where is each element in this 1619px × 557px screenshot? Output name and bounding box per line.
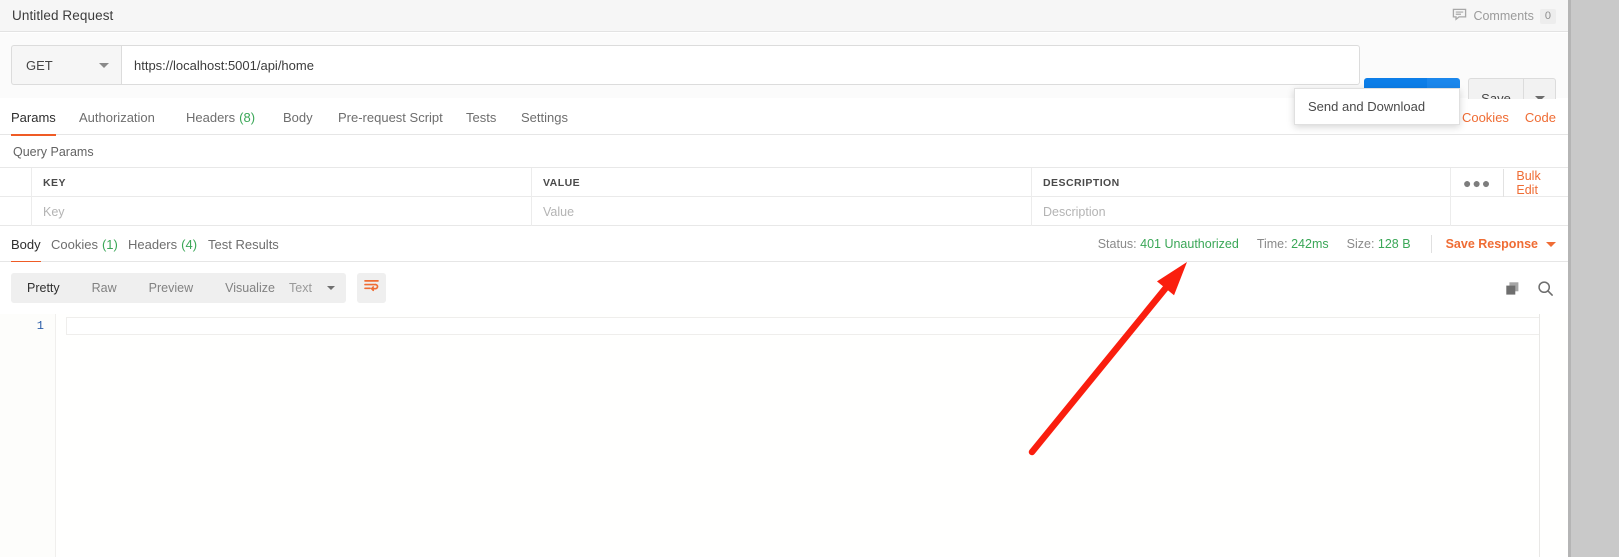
tab-body[interactable]: Body: [283, 99, 313, 135]
table-header-row: KEY VALUE DESCRIPTION ●●● Bulk Edit: [0, 168, 1568, 197]
time-value: 242ms: [1291, 237, 1329, 251]
format-select[interactable]: Text: [278, 273, 346, 303]
bulk-edit-button[interactable]: Bulk Edit: [1503, 168, 1558, 197]
header-cell-key: KEY: [32, 168, 532, 197]
tab-label: Params: [11, 109, 56, 125]
send-dropdown-menu[interactable]: Send and Download: [1294, 88, 1460, 125]
tab-label: Body: [283, 109, 313, 125]
view-mode-raw[interactable]: Raw: [76, 273, 133, 303]
menu-item-send-and-download[interactable]: Send and Download: [1308, 99, 1425, 114]
value-input[interactable]: Value: [532, 197, 1032, 226]
tab-label: Headers: [128, 236, 178, 252]
header-cell-description: DESCRIPTION: [1032, 168, 1451, 197]
view-mode-preview[interactable]: Preview: [133, 273, 209, 303]
time-label: Time:: [1256, 237, 1288, 251]
ellipsis-icon[interactable]: ●●●: [1451, 176, 1503, 190]
value-placeholder: Value: [543, 204, 575, 219]
desktop-background: [1568, 0, 1619, 557]
cookies-link[interactable]: Cookies: [1462, 110, 1509, 125]
response-tab-body[interactable]: Body: [11, 226, 41, 263]
view-mode-pretty[interactable]: Pretty: [11, 273, 76, 303]
request-header-links: Cookies Code: [1462, 99, 1556, 135]
status-label: Status:: [1097, 237, 1137, 251]
tab-authorization[interactable]: Authorization: [79, 99, 155, 135]
key-placeholder: Key: [43, 204, 65, 219]
tab-label: Pre-request Script: [338, 109, 443, 125]
response-tab-bar: Body Cookies (1) Headers (4) Test Results …: [0, 226, 1568, 263]
tab-params[interactable]: Params: [11, 99, 56, 136]
tab-pre-request-script[interactable]: Pre-request Script: [338, 99, 443, 135]
key-input[interactable]: Key: [32, 197, 532, 226]
code-line[interactable]: [66, 317, 1540, 335]
description-placeholder: Description: [1043, 204, 1106, 219]
chevron-down-icon: [327, 286, 335, 290]
meta-divider: [1430, 235, 1432, 253]
save-response-label: Save Response: [1445, 237, 1538, 251]
tab-label: Authorization: [79, 109, 155, 125]
page-title: Untitled Request: [12, 8, 114, 23]
tab-count: (8): [239, 109, 256, 125]
tab-count: (1): [101, 236, 118, 252]
response-body-toolbar: Pretty Raw Preview Visualize Text: [0, 262, 1568, 314]
query-params-label: Query Params: [13, 144, 94, 159]
response-body-editor[interactable]: 1: [0, 314, 1568, 557]
word-wrap-icon: [364, 279, 379, 297]
line-number: 1: [36, 319, 44, 333]
description-input[interactable]: Description: [1032, 197, 1451, 226]
tab-label: Cookies: [51, 236, 98, 252]
tab-label: Tests: [466, 109, 497, 125]
response-tab-test-results[interactable]: Test Results: [208, 226, 279, 262]
http-method-label: GET: [26, 57, 53, 73]
query-params-section-title: Query Params: [0, 136, 1568, 168]
tab-headers[interactable]: Headers (8): [186, 99, 255, 135]
row-checkbox-cell[interactable]: [0, 197, 32, 226]
response-meta: Status: 401 Unauthorized Time: 242ms Siz…: [1080, 226, 1556, 262]
header-cell-actions: ●●● Bulk Edit: [1451, 168, 1568, 197]
line-number-gutter: 1: [0, 314, 56, 557]
size-value: 128 B: [1377, 237, 1411, 251]
format-select-value: Text: [289, 281, 312, 295]
chevron-down-icon: [1546, 241, 1556, 247]
save-response-button[interactable]: Save Response: [1446, 237, 1556, 251]
request-title-bar: Untitled Request Comments 0: [0, 0, 1568, 32]
status-group: Status: 401 Unauthorized: [1098, 237, 1239, 251]
postman-app-window: Untitled Request Comments 0 GET https://…: [0, 0, 1568, 557]
tab-label: Settings: [521, 109, 568, 125]
time-group: Time: 242ms: [1257, 237, 1329, 251]
request-url-text: https://localhost:5001/api/home: [134, 57, 314, 73]
request-url-input[interactable]: https://localhost:5001/api/home: [121, 45, 1360, 85]
comments-button[interactable]: Comments 0: [1452, 7, 1556, 25]
code-link[interactable]: Code: [1525, 110, 1556, 125]
view-mode-segmented-control: Pretty Raw Preview Visualize: [11, 273, 291, 303]
comment-icon: [1452, 7, 1467, 25]
word-wrap-button[interactable]: [357, 273, 386, 303]
chevron-down-icon: [99, 63, 109, 68]
response-body-actions: [1505, 280, 1554, 302]
tab-settings[interactable]: Settings: [521, 99, 568, 135]
http-method-select[interactable]: GET: [11, 45, 121, 85]
table-row: Key Value Description: [0, 197, 1568, 226]
header-cell-checkbox: [0, 168, 32, 197]
vertical-scrollbar[interactable]: [1539, 314, 1540, 557]
desktop-background-inner: [1571, 0, 1619, 557]
response-tab-headers[interactable]: Headers (4): [128, 226, 197, 262]
copy-icon[interactable]: [1505, 281, 1521, 302]
comments-label: Comments: [1473, 9, 1534, 23]
tab-label: Headers: [186, 109, 236, 125]
size-group: Size: 128 B: [1347, 237, 1411, 251]
comments-count-badge: 0: [1539, 8, 1556, 24]
tab-label: Body: [11, 236, 41, 252]
size-label: Size:: [1346, 237, 1375, 251]
header-cell-value: VALUE: [532, 168, 1032, 197]
query-params-table: KEY VALUE DESCRIPTION ●●● Bulk Edit Key …: [0, 168, 1568, 226]
search-icon[interactable]: [1537, 280, 1554, 302]
tab-tests[interactable]: Tests: [466, 99, 496, 135]
response-tab-cookies[interactable]: Cookies (1): [51, 226, 118, 262]
status-badge: 401 Unauthorized: [1140, 237, 1239, 251]
tab-count: (4): [181, 236, 198, 252]
row-actions-cell: [1451, 197, 1568, 226]
tab-label: Test Results: [208, 236, 279, 252]
